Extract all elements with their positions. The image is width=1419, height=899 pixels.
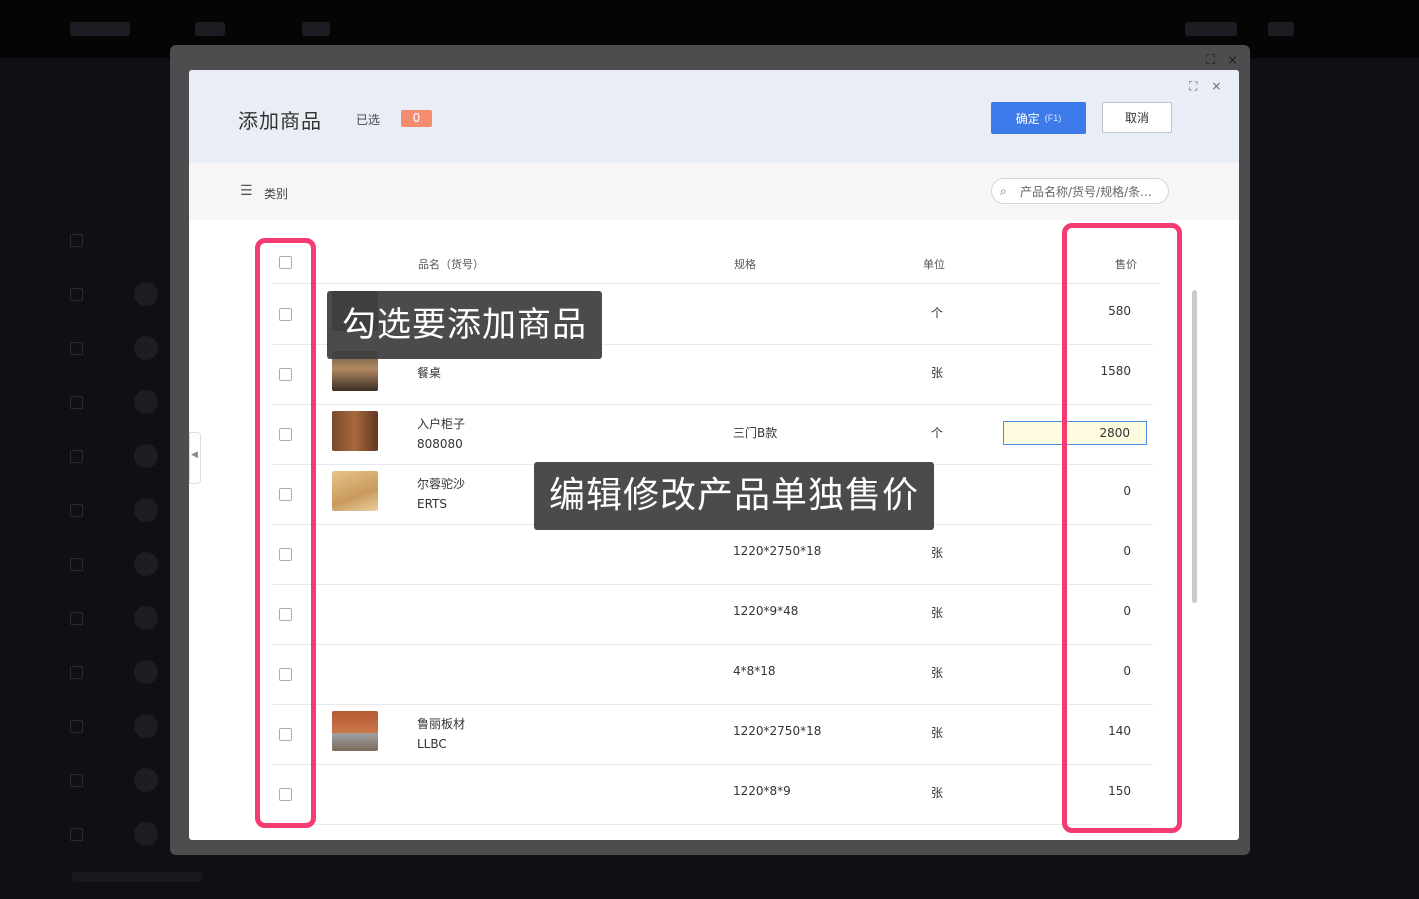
table-row[interactable]: 4*8*18 张 0: [273, 644, 1153, 705]
product-unit: 张: [931, 606, 944, 620]
bg-blur: [70, 22, 130, 36]
select-callout: 勾选要添加商品: [327, 291, 602, 359]
bg-checkbox: [70, 828, 83, 841]
confirm-label: 确定: [1015, 111, 1040, 126]
bg-blur: [1268, 22, 1294, 36]
table-row[interactable]: 1220*2750*18 张 0: [273, 524, 1153, 585]
product-code: ERTS: [417, 497, 447, 511]
product-unit: 张: [931, 786, 944, 800]
dialog-toolbar: ☰ 类别 ⌕: [189, 163, 1239, 220]
bg-checkbox: [70, 612, 83, 625]
chevron-left-icon: ◀: [191, 450, 198, 460]
product-unit: 个: [931, 306, 944, 320]
product-code: LLBC: [417, 737, 447, 751]
close-icon[interactable]: ×: [1227, 53, 1238, 68]
price-callout: 编辑修改产品单独售价: [534, 462, 935, 530]
bg-avatar-icon: [134, 498, 158, 522]
bg-avatar-icon: [134, 768, 158, 792]
selected-count-badge: 0: [401, 110, 432, 127]
bg-blur: [302, 22, 330, 36]
price-highlight: [1062, 223, 1182, 833]
checkbox-highlight: [255, 238, 316, 828]
bg-checkbox: [70, 234, 83, 247]
product-name: 鲁丽板材: [417, 717, 466, 731]
selected-label: 已选: [356, 113, 381, 127]
header-name: 品名（货号）: [418, 258, 484, 271]
bg-checkbox: [70, 720, 83, 733]
background-footer: [72, 872, 202, 882]
bg-avatar-icon: [134, 282, 158, 306]
bg-checkbox: [70, 450, 83, 463]
bg-checkbox: [70, 774, 83, 787]
product-spec: 三门B款: [733, 426, 778, 440]
product-name: 尔蓉驼沙: [417, 477, 466, 491]
bg-checkbox: [70, 666, 83, 679]
product-thumbnail: [332, 471, 378, 511]
table-row[interactable]: 鲁丽板材 LLBC 1220*2750*18 张 140: [273, 704, 1153, 765]
bg-blur: [1185, 22, 1237, 36]
close-icon[interactable]: ×: [1211, 79, 1221, 94]
bg-checkbox: [70, 504, 83, 517]
product-unit: 个: [931, 426, 944, 440]
bg-checkbox: [70, 288, 83, 301]
list-icon[interactable]: ☰: [240, 183, 253, 199]
bg-checkbox: [70, 342, 83, 355]
search-input[interactable]: [1018, 183, 1168, 201]
product-unit: 张: [931, 366, 944, 380]
product-spec: 1220*9*48: [733, 604, 799, 618]
header-spec: 规格: [734, 258, 756, 271]
product-spec: 1220*2750*18: [733, 724, 822, 738]
product-thumbnail: [332, 411, 378, 451]
product-unit: 张: [931, 666, 944, 680]
bg-avatar-icon: [134, 714, 158, 738]
confirm-shortcut-hint: (F1): [1044, 113, 1062, 123]
bg-avatar-icon: [134, 606, 158, 630]
bg-avatar-icon: [134, 552, 158, 576]
dialog-header: 添加商品 已选 0 确定 (F1) 取消 ⛶ ×: [189, 70, 1239, 163]
search-icon: ⌕: [1000, 184, 1007, 198]
product-unit: 张: [931, 546, 944, 560]
collapse-handle[interactable]: ◀: [189, 432, 201, 484]
bg-avatar-icon: [134, 444, 158, 468]
product-unit: 张: [931, 726, 944, 740]
table-row[interactable]: 1220*9*48 张 0: [273, 584, 1153, 645]
bg-avatar-icon: [134, 390, 158, 414]
product-name: 餐桌: [417, 366, 442, 380]
bg-avatar-icon: [134, 660, 158, 684]
scrollbar[interactable]: [1192, 290, 1197, 603]
product-spec: 1220*2750*18: [733, 544, 822, 558]
header-unit: 单位: [923, 258, 945, 271]
bg-checkbox: [70, 558, 83, 571]
maximize-icon[interactable]: ⛶: [1206, 53, 1215, 68]
table-row[interactable]: 1220*8*9 张 150: [273, 764, 1153, 825]
bg-avatar-icon: [134, 336, 158, 360]
category-filter[interactable]: 类别: [264, 185, 288, 202]
search-box[interactable]: ⌕: [991, 178, 1169, 204]
product-name: 入户柜子: [417, 417, 466, 431]
product-code: 808080: [417, 437, 463, 451]
product-spec: 4*8*18: [733, 664, 776, 678]
cancel-button[interactable]: 取消: [1102, 102, 1172, 133]
confirm-button[interactable]: 确定 (F1): [991, 102, 1086, 134]
dialog-title: 添加商品: [238, 109, 322, 133]
maximize-icon[interactable]: ⛶: [1189, 79, 1197, 94]
bg-blur: [195, 22, 225, 36]
product-thumbnail: [332, 711, 378, 751]
bg-avatar-icon: [134, 822, 158, 846]
bg-checkbox: [70, 396, 83, 409]
table-row[interactable]: 入户柜子 808080 三门B款个 2800: [273, 404, 1153, 465]
product-spec: 1220*8*9: [733, 784, 791, 798]
